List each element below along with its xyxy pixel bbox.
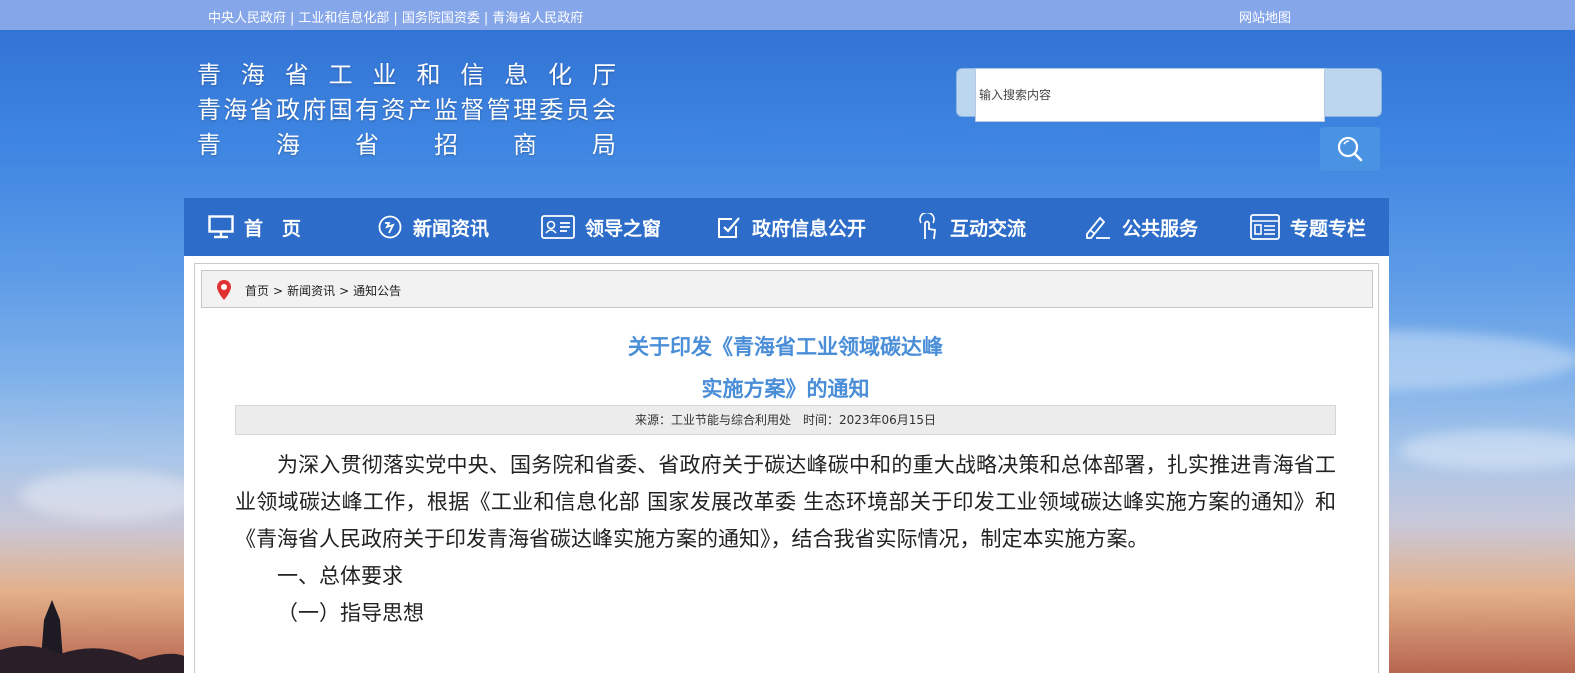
nav-label: 专题专栏 (1290, 217, 1367, 240)
search-icon (1337, 136, 1363, 162)
site-title: 青海省工业和信息化厅 青海省政府国有资产监督管理委员会 青海省招商局 (197, 58, 617, 163)
article-subheading: （一）指导思想 (277, 601, 424, 625)
tower-silhouette (0, 600, 184, 673)
search-input[interactable] (975, 68, 1325, 122)
top-bar: 中央人民政府 | 工业和信息化部 | 国务院国资委 | 青海省人民政府 网站地图 (0, 0, 1575, 30)
nav-public-service[interactable]: 公共服务 (1084, 198, 1198, 256)
nav-label: 政府信息公开 (752, 217, 867, 240)
nav-label: 新闻资讯 (413, 217, 490, 240)
breadcrumb-path: 首页 > 新闻资讯 > 通知公告 (245, 282, 401, 299)
location-pin-icon (216, 279, 232, 304)
monitor-icon (208, 215, 234, 239)
news-icon (377, 214, 403, 240)
separator: | (290, 11, 295, 26)
link-central-gov[interactable]: 中央人民政府 (208, 11, 286, 26)
search-box (956, 68, 1382, 122)
link-qinghai-gov[interactable]: 青海省人民政府 (492, 11, 583, 26)
nav-label: 互动交流 (950, 217, 1027, 240)
title-line-2: 青海省政府国有资产监督管理委员会 (197, 96, 617, 124)
nav-label: 公共服务 (1122, 217, 1199, 240)
nav-gov-info[interactable]: 政府信息公开 (716, 198, 866, 256)
nav-interaction[interactable]: 互动交流 (916, 198, 1026, 256)
column-icon (1250, 214, 1280, 240)
nav-home[interactable]: 首 页 (208, 198, 301, 256)
cloud-decoration (20, 470, 200, 520)
article-paragraph: 为深入贯彻落实党中央、国务院和省委、省政府关于碳达峰碳中和的重大战略决策和总体部… (235, 453, 1336, 551)
article-body: 为深入贯彻落实党中央、国务院和省委、省政府关于碳达峰碳中和的重大战略决策和总体部… (235, 447, 1336, 632)
title-line-3: 青海省招商局 (197, 131, 617, 159)
nav-label: 领导之窗 (585, 217, 662, 240)
sitemap-link[interactable]: 网站地图 (1239, 7, 1291, 26)
touch-icon (916, 213, 940, 241)
breadcrumb-separator: > (339, 284, 350, 298)
separator: | (393, 11, 398, 26)
breadcrumb-separator: > (273, 284, 284, 298)
search-button[interactable] (1320, 127, 1380, 171)
link-sasac[interactable]: 国务院国资委 (402, 11, 480, 26)
article-title-line-1: 关于印发《青海省工业领域碳达峰 (628, 335, 943, 359)
cloud-decoration (1400, 430, 1575, 470)
link-miit[interactable]: 工业和信息化部 (298, 11, 389, 26)
breadcrumb-home[interactable]: 首页 (245, 284, 269, 298)
breadcrumb-notices[interactable]: 通知公告 (353, 284, 401, 298)
checkbox-icon (716, 214, 742, 240)
article-meta: 来源：工业节能与综合利用处 时间：2023年06月15日 (235, 405, 1336, 435)
article-title: 关于印发《青海省工业领域碳达峰 实施方案》的通知 (235, 326, 1336, 410)
breadcrumb-news[interactable]: 新闻资讯 (287, 284, 335, 298)
nav-label: 首 页 (244, 217, 302, 240)
edit-icon (1084, 214, 1112, 240)
main-nav: 首 页 新闻资讯 领导之窗 政府信息公开 互动交流 公共服务 专题专栏 (184, 198, 1389, 256)
related-links: 中央人民政府 | 工业和信息化部 | 国务院国资委 | 青海省人民政府 (208, 7, 583, 26)
article-heading: 一、总体要求 (277, 564, 403, 588)
separator: | (483, 11, 489, 26)
nav-special-topics[interactable]: 专题专栏 (1250, 198, 1366, 256)
breadcrumb: 首页 > 新闻资讯 > 通知公告 (201, 270, 1373, 308)
article-title-line-2: 实施方案》的通知 (701, 377, 870, 401)
title-line-1: 青海省工业和信息化厅 (197, 61, 617, 89)
nav-news[interactable]: 新闻资讯 (377, 198, 489, 256)
nav-leaders[interactable]: 领导之窗 (541, 198, 661, 256)
id-card-icon (541, 215, 575, 239)
